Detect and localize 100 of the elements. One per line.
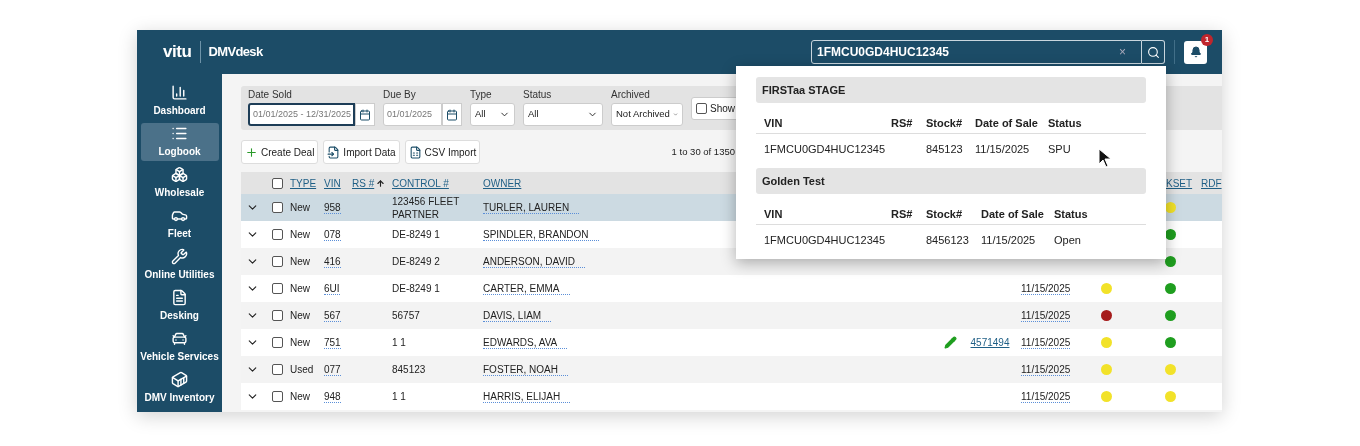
action-button[interactable]: CSV Import [404,140,481,164]
calendar-button[interactable] [355,103,375,126]
sidebar-item[interactable]: Fleet [140,205,219,243]
control-cell: 1 1 [392,391,406,402]
row-checkbox[interactable] [271,310,283,321]
vin-link[interactable]: 751 [324,337,341,349]
column-header[interactable]: CONTROL # [392,175,449,191]
column-header[interactable]: VIN [324,175,341,191]
result-column-header: RS# [891,116,913,131]
filter-label: Archived [611,90,651,100]
select-field[interactable]: All [523,103,603,126]
row-checkbox[interactable] [271,364,283,375]
result-column-header: Date of Sale [975,116,1038,131]
column-header[interactable]: OWNER [483,175,522,191]
sidebar-item[interactable]: DMV Inventory [140,369,219,407]
type-cell: New [290,283,310,294]
vin-link[interactable]: 567 [324,310,341,322]
column-header[interactable]: RS # [352,175,375,191]
vin-link[interactable]: 6UI [324,283,340,295]
calendar-button[interactable] [442,103,462,126]
column-header[interactable]: RDF [1201,177,1222,189]
owner-name[interactable]: TURLER, LAUREN [483,202,580,214]
deal-link[interactable]: 4571494 [970,335,1010,350]
owner-name[interactable]: EDWARDS, AVA [483,337,568,349]
select-all-checkbox[interactable] [271,177,283,189]
column-header[interactable]: TYPE [290,175,317,191]
sidebar-item[interactable]: Desking [140,287,219,325]
row-checkbox[interactable] [271,229,283,240]
sidebar-item[interactable]: Vehicle Services [140,328,219,366]
control-cell: 845123 [392,364,426,375]
type-cell: New [290,202,310,213]
pencil-icon[interactable] [943,336,957,349]
filter-label: Type [470,90,493,100]
type-cell: New [290,229,310,240]
row-checkbox[interactable] [271,391,283,402]
action-button[interactable]: Import Data [323,140,400,164]
bell-icon [1189,46,1202,58]
search-button[interactable] [1142,40,1165,64]
vin-link[interactable]: 958 [324,202,341,214]
control-cell: DE-8249 2 [392,256,440,267]
owner-name[interactable]: SPINDLER, BRANDON [483,229,599,241]
type-cell: New [290,337,310,348]
select-field[interactable]: Not Archived [611,103,683,126]
date-cell: 11/15/2025 [1021,337,1071,349]
owner-name[interactable]: FOSTER, NOAH [483,364,568,376]
sidebar-item[interactable]: Wholesale [140,164,219,202]
result-group-title: FIRSTaa STAGE [756,77,1146,103]
action-button[interactable]: Create Deal [241,140,319,164]
import-icon [327,145,341,159]
sidebar-item[interactable]: Logbook [140,123,219,161]
result-column-header: VIN [764,116,783,131]
spreadsheet-icon [408,145,422,159]
clear-button[interactable]: × [1119,43,1126,61]
row-checkbox[interactable] [271,283,283,294]
search-icon [1146,45,1160,59]
result-column-header: Date of Sale [981,207,1044,222]
result-column-header: Stock# [926,207,963,222]
sidebar-item[interactable]: Online Utilities [140,246,219,284]
pagination-text: 1 to 30 of 1350 [671,144,735,159]
result-row[interactable]: 1FMCU0GD4HUC12345 8456123 11/15/2025 Open [756,225,1146,251]
sidebar-item[interactable]: Dashboard [140,82,219,120]
plus-icon [245,145,258,159]
bar-chart-icon [171,84,188,101]
owner-name[interactable]: HARRIS, ELIJAH [483,391,571,403]
filter-label: Status [523,90,553,100]
container-icon [171,371,188,388]
select-field[interactable]: All [470,103,515,126]
date-cell: 11/15/2025 [1021,364,1071,376]
vin-link[interactable]: 078 [324,229,341,241]
date-cell: 11/15/2025 [1021,310,1071,322]
row-checkbox[interactable] [271,256,283,267]
result-group-title: Golden Test [756,168,1146,194]
document-icon [171,289,188,306]
notifications-button[interactable] [1184,40,1207,64]
checkbox[interactable] [696,102,707,114]
result-column-header: Status [1054,207,1088,222]
date-cell: 11/15/2025 [1021,391,1071,403]
filter-label: Date Sold [248,90,293,100]
result-row[interactable]: 1FMCU0GD4HUC12345 845123 11/15/2025 SPU [756,134,1146,160]
column-header[interactable]: KSET [1166,177,1193,189]
pointer-icon [1098,148,1112,168]
vin-link[interactable]: 948 [324,391,341,403]
calendar-icon [446,108,458,121]
date-field[interactable]: 01/01/2025 - 12/31/2025 [248,103,355,126]
control-cell: 56757 [392,310,420,321]
date-field[interactable]: 01/01/2025 [383,103,442,126]
control-cell: 123456 FLEET PARTNER [392,195,460,220]
table-row[interactable]: New 567 56757 DAVIS, LIAM 11/15/2025 [241,302,1222,329]
result-column-header: VIN [764,207,783,222]
control-cell: DE-8249 1 [392,229,440,240]
result-column-header: Status [1048,116,1082,131]
owner-name[interactable]: ANDERSON, DAVID [483,256,586,268]
owner-name[interactable]: CARTER, EMMA [483,283,570,295]
row-checkbox[interactable] [271,202,283,213]
vin-link[interactable]: 077 [324,364,341,376]
row-checkbox[interactable] [271,337,283,348]
table-row[interactable]: Used 077 845123 FOSTER, NOAH 11/15/2025 [241,356,1222,383]
list-icon [171,125,188,142]
owner-name[interactable]: DAVIS, LIAM [483,310,552,322]
vin-link[interactable]: 416 [324,256,341,268]
